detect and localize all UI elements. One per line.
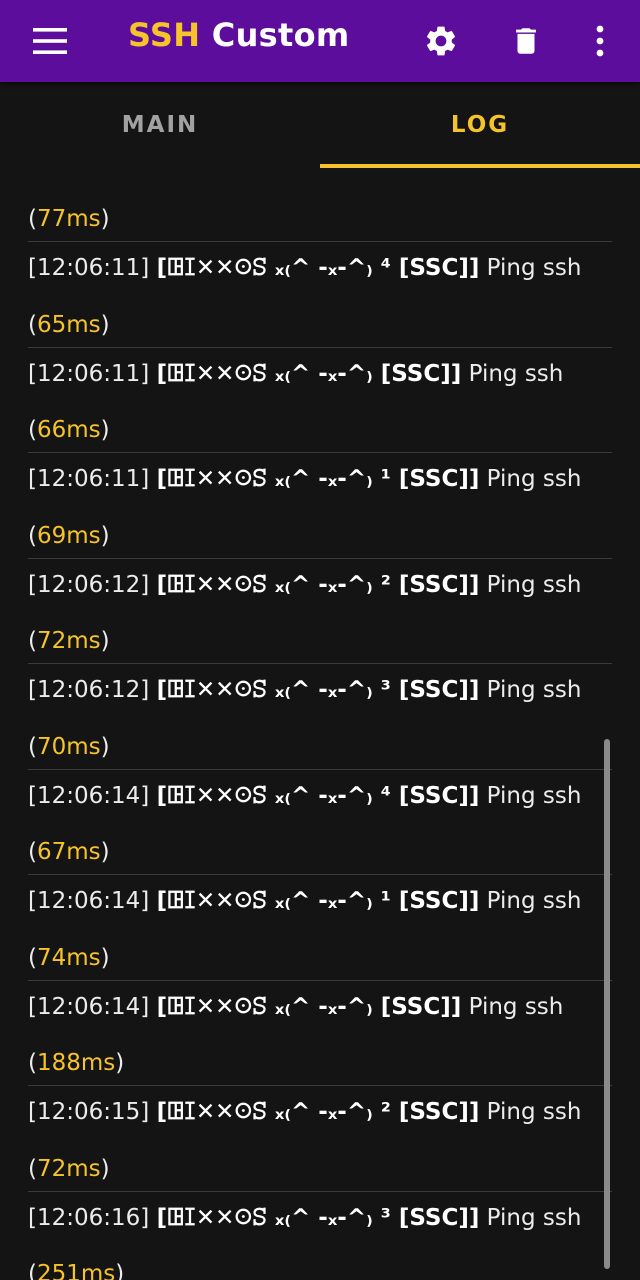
log-latency: (77ms) [28,206,110,232]
latency-value: 65ms [36,311,101,338]
log-latency: (72ms) [28,1155,110,1182]
log-latency: (66ms) [28,417,110,443]
settings-button[interactable] [413,13,469,69]
delete-log-button[interactable] [498,13,554,69]
log-line: [12:06:11] [ꖸꕯ✕✕ꖴꕶ ₓ₍^ ‑ₓ‑^₎ [SSC]] Ping… [28,354,563,394]
log-latency: (65ms) [28,311,110,338]
log-time: [12:06:14] [28,782,150,809]
log-latency: (74ms) [28,944,110,971]
more-vert-icon [596,25,604,57]
log-area[interactable]: (77ms) [12:06:11] [ꖸꕯ✕✕ꖴꕶ ₓ₍^ ‑ₓ‑^₎ ⁴ [S… [0,168,640,1280]
log-time: [12:06:12] [28,571,150,598]
log-line: [12:06:12] [ꖸꕯ✕✕ꖴꕶ ₓ₍^ ‑ₓ‑^₎ ³ [SSC]] Pi… [28,670,581,710]
app-title-highlight: SSH [128,16,201,54]
log-time: [12:06:11] [28,360,150,387]
log-line: [12:06:12] [ꖸꕯ✕✕ꖴꕶ ₓ₍^ ‑ₓ‑^₎ ² [SSC]] Pi… [28,565,581,605]
tab-indicator [320,164,640,168]
log-line: [12:06:14] [ꖸꕯ✕✕ꖴꕶ ₓ₍^ ‑ₓ‑^₎ [SSC]] Ping… [28,987,563,1027]
log-tag: [ꖸꕯ✕✕ꖴꕶ ₓ₍^ ‑ₓ‑^₎ [SSC]] [156,993,462,1020]
log-time: [12:06:14] [28,993,150,1020]
log-latency: (67ms) [28,839,110,865]
log-line: [12:06:11] [ꖸꕯ✕✕ꖴꕶ ₓ₍^ ‑ₓ‑^₎ ⁴ [SSC]] Pi… [28,248,581,288]
log-message: Ping ssh [486,571,582,598]
log-entry: [12:06:11] [ꖸꕯ✕✕ꖴꕶ ₓ₍^ ‑ₓ‑^₎ [SSC]] Ping… [28,348,612,453]
latency-value: 66ms [36,417,101,443]
log-time: [12:06:16] [28,1204,150,1231]
log-time: [12:06:11] [28,255,150,281]
log-tag: [ꖸꕯ✕✕ꖴꕶ ₓ₍^ ‑ₓ‑^₎ ³ [SSC]] [156,677,480,703]
log-list: (77ms) [12:06:11] [ꖸꕯ✕✕ꖴꕶ ₓ₍^ ‑ₓ‑^₎ ⁴ [S… [0,198,640,1280]
log-entry: [12:06:14] [ꖸꕯ✕✕ꖴꕶ ₓ₍^ ‑ₓ‑^₎ ⁴ [SSC]] Pi… [28,770,612,875]
log-message: Ping ssh [486,1099,582,1125]
log-message: Ping ssh [486,255,582,281]
log-message: Ping ssh [468,360,564,387]
log-latency: (72ms) [28,628,110,654]
log-entry: [12:06:11] [ꖸꕯ✕✕ꖴꕶ ₓ₍^ ‑ₓ‑^₎ ¹ [SSC]] Pi… [28,453,612,559]
log-time: [12:06:14] [28,888,150,914]
log-entry: [12:06:15] [ꖸꕯ✕✕ꖴꕶ ₓ₍^ ‑ₓ‑^₎ ² [SSC]] Pi… [28,1086,612,1192]
log-message: Ping ssh [486,888,582,914]
log-entry: [12:06:16] [ꖸꕯ✕✕ꖴꕶ ₓ₍^ ‑ₓ‑^₎ ³ [SSC]] Pi… [28,1192,612,1280]
log-tag: [ꖸꕯ✕✕ꖴꕶ ₓ₍^ ‑ₓ‑^₎ ² [SSC]] [156,571,480,598]
menu-icon [33,28,67,54]
menu-button[interactable] [18,13,82,69]
app-title: SSH Custom [128,13,350,57]
log-scrollbar[interactable] [604,739,610,1269]
log-message: Ping ssh [468,993,564,1020]
log-message: Ping ssh [486,1204,582,1231]
log-time: [12:06:15] [28,1099,150,1125]
log-tag: [ꖸꕯ✕✕ꖴꕶ ₓ₍^ ‑ₓ‑^₎ ⁴ [SSC]] [156,782,480,809]
log-latency: (251ms) [28,1254,124,1280]
more-options-button[interactable] [572,13,628,69]
log-tag: [ꖸꕯ✕✕ꖴꕶ ₓ₍^ ‑ₓ‑^₎ ¹ [SSC]] [156,466,480,492]
log-line: [12:06:14] [ꖸꕯ✕✕ꖴꕶ ₓ₍^ ‑ₓ‑^₎ ⁴ [SSC]] Pi… [28,776,581,816]
app-root: SSH Custom MAIN LOG (77ms) [12:06:11] [ꖸ… [0,0,640,1280]
tab-main[interactable]: MAIN [0,82,320,168]
log-entry: [12:06:11] [ꖸꕯ✕✕ꖴꕶ ₓ₍^ ‑ₓ‑^₎ ⁴ [SSC]] Pi… [28,242,612,348]
log-latency: (69ms) [28,522,110,549]
settings-icon [426,26,456,56]
log-tag: [ꖸꕯ✕✕ꖴꕶ ₓ₍^ ‑ₓ‑^₎ ⁴ [SSC]] [156,255,480,281]
log-line: [12:06:16] [ꖸꕯ✕✕ꖴꕶ ₓ₍^ ‑ₓ‑^₎ ³ [SSC]] Pi… [28,1198,581,1238]
log-entry: [12:06:12] [ꖸꕯ✕✕ꖴꕶ ₓ₍^ ‑ₓ‑^₎ ³ [SSC]] Pi… [28,664,612,770]
log-tag: [ꖸꕯ✕✕ꖴꕶ ₓ₍^ ‑ₓ‑^₎ ³ [SSC]] [156,1204,480,1231]
log-entry-partial: (77ms) [28,198,612,242]
log-line: [12:06:11] [ꖸꕯ✕✕ꖴꕶ ₓ₍^ ‑ₓ‑^₎ ¹ [SSC]] Pi… [28,459,581,499]
latency-value: 251ms [36,1261,116,1280]
log-message: Ping ssh [486,782,582,809]
log-time: [12:06:11] [28,466,150,492]
tab-log[interactable]: LOG [320,82,640,168]
log-entry: [12:06:14] [ꖸꕯ✕✕ꖴꕶ ₓ₍^ ‑ₓ‑^₎ [SSC]] Ping… [28,981,612,1086]
log-tag: [ꖸꕯ✕✕ꖴꕶ ₓ₍^ ‑ₓ‑^₎ ¹ [SSC]] [156,888,480,914]
latency-value: 67ms [36,839,101,865]
app-title-rest: Custom [200,16,350,54]
latency-value: 72ms [36,628,101,654]
app-bar: SSH Custom [0,0,640,82]
latency-value: 74ms [36,944,101,971]
log-message: Ping ssh [486,466,582,492]
log-entry: [12:06:14] [ꖸꕯ✕✕ꖴꕶ ₓ₍^ ‑ₓ‑^₎ ¹ [SSC]] Pi… [28,875,612,981]
tab-bar: MAIN LOG [0,82,640,168]
log-time: [12:06:12] [28,677,150,703]
delete-icon [516,28,536,54]
log-latency: (70ms) [28,733,110,760]
latency-value: 188ms [36,1050,116,1076]
log-line: [12:06:15] [ꖸꕯ✕✕ꖴꕶ ₓ₍^ ‑ₓ‑^₎ ² [SSC]] Pi… [28,1092,581,1132]
log-latency: (188ms) [28,1050,125,1076]
log-message: Ping ssh [486,677,582,703]
latency-value: 77ms [36,206,101,232]
log-tag: [ꖸꕯ✕✕ꖴꕶ ₓ₍^ ‑ₓ‑^₎ [SSC]] [156,360,462,387]
latency-value: 69ms [36,522,101,549]
log-entry: [12:06:12] [ꖸꕯ✕✕ꖴꕶ ₓ₍^ ‑ₓ‑^₎ ² [SSC]] Pi… [28,559,612,664]
latency-value: 70ms [36,733,101,760]
latency-value: 72ms [36,1155,101,1182]
log-tag: [ꖸꕯ✕✕ꖴꕶ ₓ₍^ ‑ₓ‑^₎ ² [SSC]] [156,1099,480,1125]
log-line: [12:06:14] [ꖸꕯ✕✕ꖴꕶ ₓ₍^ ‑ₓ‑^₎ ¹ [SSC]] Pi… [28,881,581,921]
